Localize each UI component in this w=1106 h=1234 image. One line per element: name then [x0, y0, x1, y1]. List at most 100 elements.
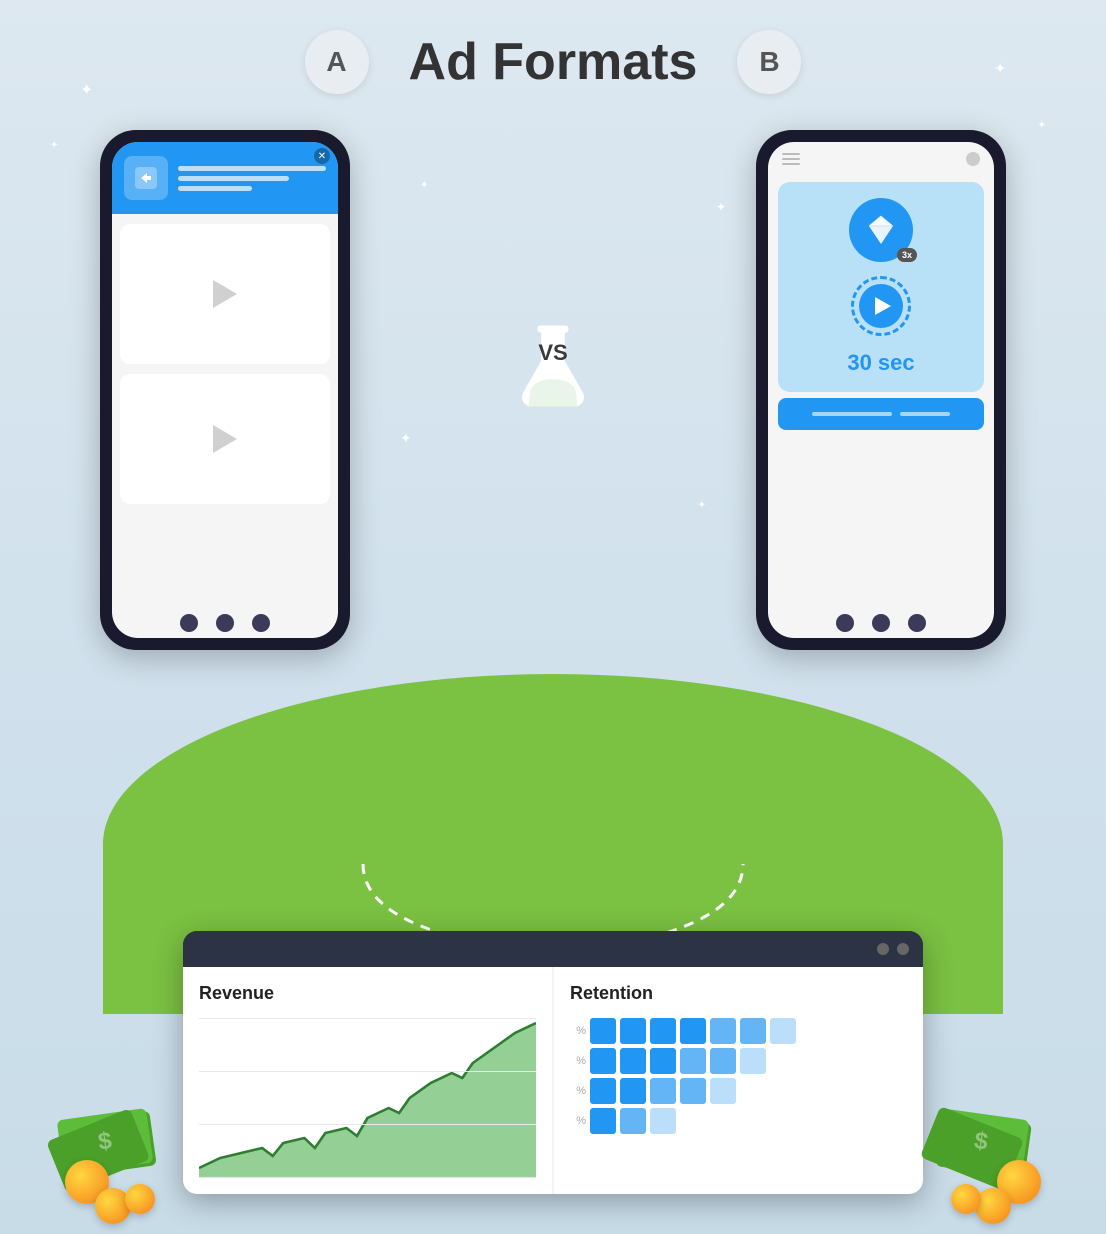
phone-a-nav	[180, 614, 270, 632]
ad-line-1	[178, 166, 326, 171]
coin	[125, 1184, 155, 1214]
timer-text: 30 sec	[847, 350, 914, 376]
menu-icon	[782, 153, 800, 165]
badge-a: A	[305, 30, 369, 94]
retention-title: Retention	[570, 983, 907, 1004]
money-stack-container	[936, 1114, 1046, 1194]
diamond-badge: 3x	[849, 198, 913, 262]
coin	[951, 1184, 981, 1214]
multiplier-badge: 3x	[897, 248, 917, 262]
ad-text-lines	[178, 166, 326, 191]
ret-cell	[650, 1108, 676, 1134]
ret-cell	[590, 1108, 616, 1134]
grid-line	[199, 1018, 536, 1019]
ret-cell	[650, 1048, 676, 1074]
ret-cell	[740, 1048, 766, 1074]
nav-dot	[908, 614, 926, 632]
ret-cell	[650, 1078, 676, 1104]
star-decoration: ✦	[420, 180, 428, 191]
ad-card-1	[120, 224, 330, 364]
vs-flask: VS	[508, 320, 598, 366]
ret-cell	[650, 1018, 676, 1044]
ret-cell	[620, 1048, 646, 1074]
ret-cell	[710, 1048, 736, 1074]
coin	[975, 1188, 1011, 1224]
window-dot	[897, 943, 909, 955]
play-icon-2	[213, 425, 237, 453]
pct-label: %	[570, 1115, 586, 1127]
phone-b-screen: 3x 30 sec	[768, 142, 994, 638]
chart-grid	[199, 1018, 536, 1178]
phone-b: 3x 30 sec	[756, 130, 1006, 650]
rewarded-bottom-bar	[778, 398, 984, 430]
page-title: Ad Formats	[409, 32, 698, 92]
ret-cell	[590, 1018, 616, 1044]
ad-card-2	[120, 374, 330, 504]
menu-line	[782, 163, 800, 165]
ret-cell	[680, 1048, 706, 1074]
ret-cell	[620, 1018, 646, 1044]
ret-cell	[710, 1078, 736, 1104]
menu-line	[782, 158, 800, 160]
reward-line	[812, 412, 892, 416]
star-decoration: ✦	[1038, 120, 1046, 131]
grid-line	[199, 1071, 536, 1072]
ret-cell	[620, 1108, 646, 1134]
topbar-circle	[966, 152, 980, 166]
ad-line-2	[178, 176, 289, 181]
vs-text: VS	[538, 340, 567, 366]
nav-dot	[872, 614, 890, 632]
ret-cell	[680, 1018, 706, 1044]
pct-label: %	[570, 1085, 586, 1097]
nav-dot	[836, 614, 854, 632]
star-decoration: ✦	[400, 430, 412, 447]
dashboard: Revenue Retention	[183, 931, 923, 1194]
ret-cell	[680, 1108, 706, 1134]
window-dot	[877, 943, 889, 955]
close-btn[interactable]: ✕	[314, 148, 330, 164]
revenue-title: Revenue	[199, 983, 536, 1004]
phone-b-topbar	[768, 142, 994, 176]
ret-cell	[680, 1078, 706, 1104]
nav-dot	[180, 614, 198, 632]
rewarded-card: 3x 30 sec	[778, 182, 984, 392]
ret-cell	[620, 1078, 646, 1104]
ret-cell	[740, 1018, 766, 1044]
ret-cell	[770, 1018, 796, 1044]
phone-a: ✕	[100, 130, 350, 650]
watch-button[interactable]	[851, 276, 911, 336]
star-decoration: ✦	[50, 140, 58, 151]
money-decoration-right	[936, 1114, 1046, 1194]
ret-cell	[740, 1108, 766, 1134]
phone-a-frame: ✕	[100, 130, 350, 650]
reward-line	[900, 412, 950, 416]
badge-b: B	[737, 30, 801, 94]
revenue-panel: Revenue	[183, 967, 552, 1194]
grid-line	[199, 1124, 536, 1125]
ret-cell	[770, 1078, 796, 1104]
dashboard-content: Revenue Retention	[183, 967, 923, 1194]
dashboard-titlebar	[183, 931, 923, 967]
phone-b-frame: 3x 30 sec	[756, 130, 1006, 650]
phone-b-nav	[836, 614, 926, 632]
phone-a-screen: ✕	[112, 142, 338, 638]
nav-dot	[252, 614, 270, 632]
retention-row-2: %	[570, 1048, 907, 1074]
banner-ad-header: ✕	[112, 142, 338, 214]
ret-cell	[770, 1108, 796, 1134]
play-button-inner	[859, 284, 903, 328]
play-icon-b	[875, 297, 891, 315]
ret-cell	[590, 1048, 616, 1074]
pct-label: %	[570, 1055, 586, 1067]
ret-cell	[710, 1018, 736, 1044]
header: A Ad Formats B	[0, 30, 1106, 94]
play-icon-1	[213, 280, 237, 308]
ret-cell	[740, 1078, 766, 1104]
money-stack-container	[60, 1114, 170, 1194]
pct-label: %	[570, 1025, 586, 1037]
nav-dot	[216, 614, 234, 632]
menu-line	[782, 153, 800, 155]
money-decoration-left	[60, 1114, 170, 1194]
ret-cell	[710, 1108, 736, 1134]
ad-line-3	[178, 186, 252, 191]
